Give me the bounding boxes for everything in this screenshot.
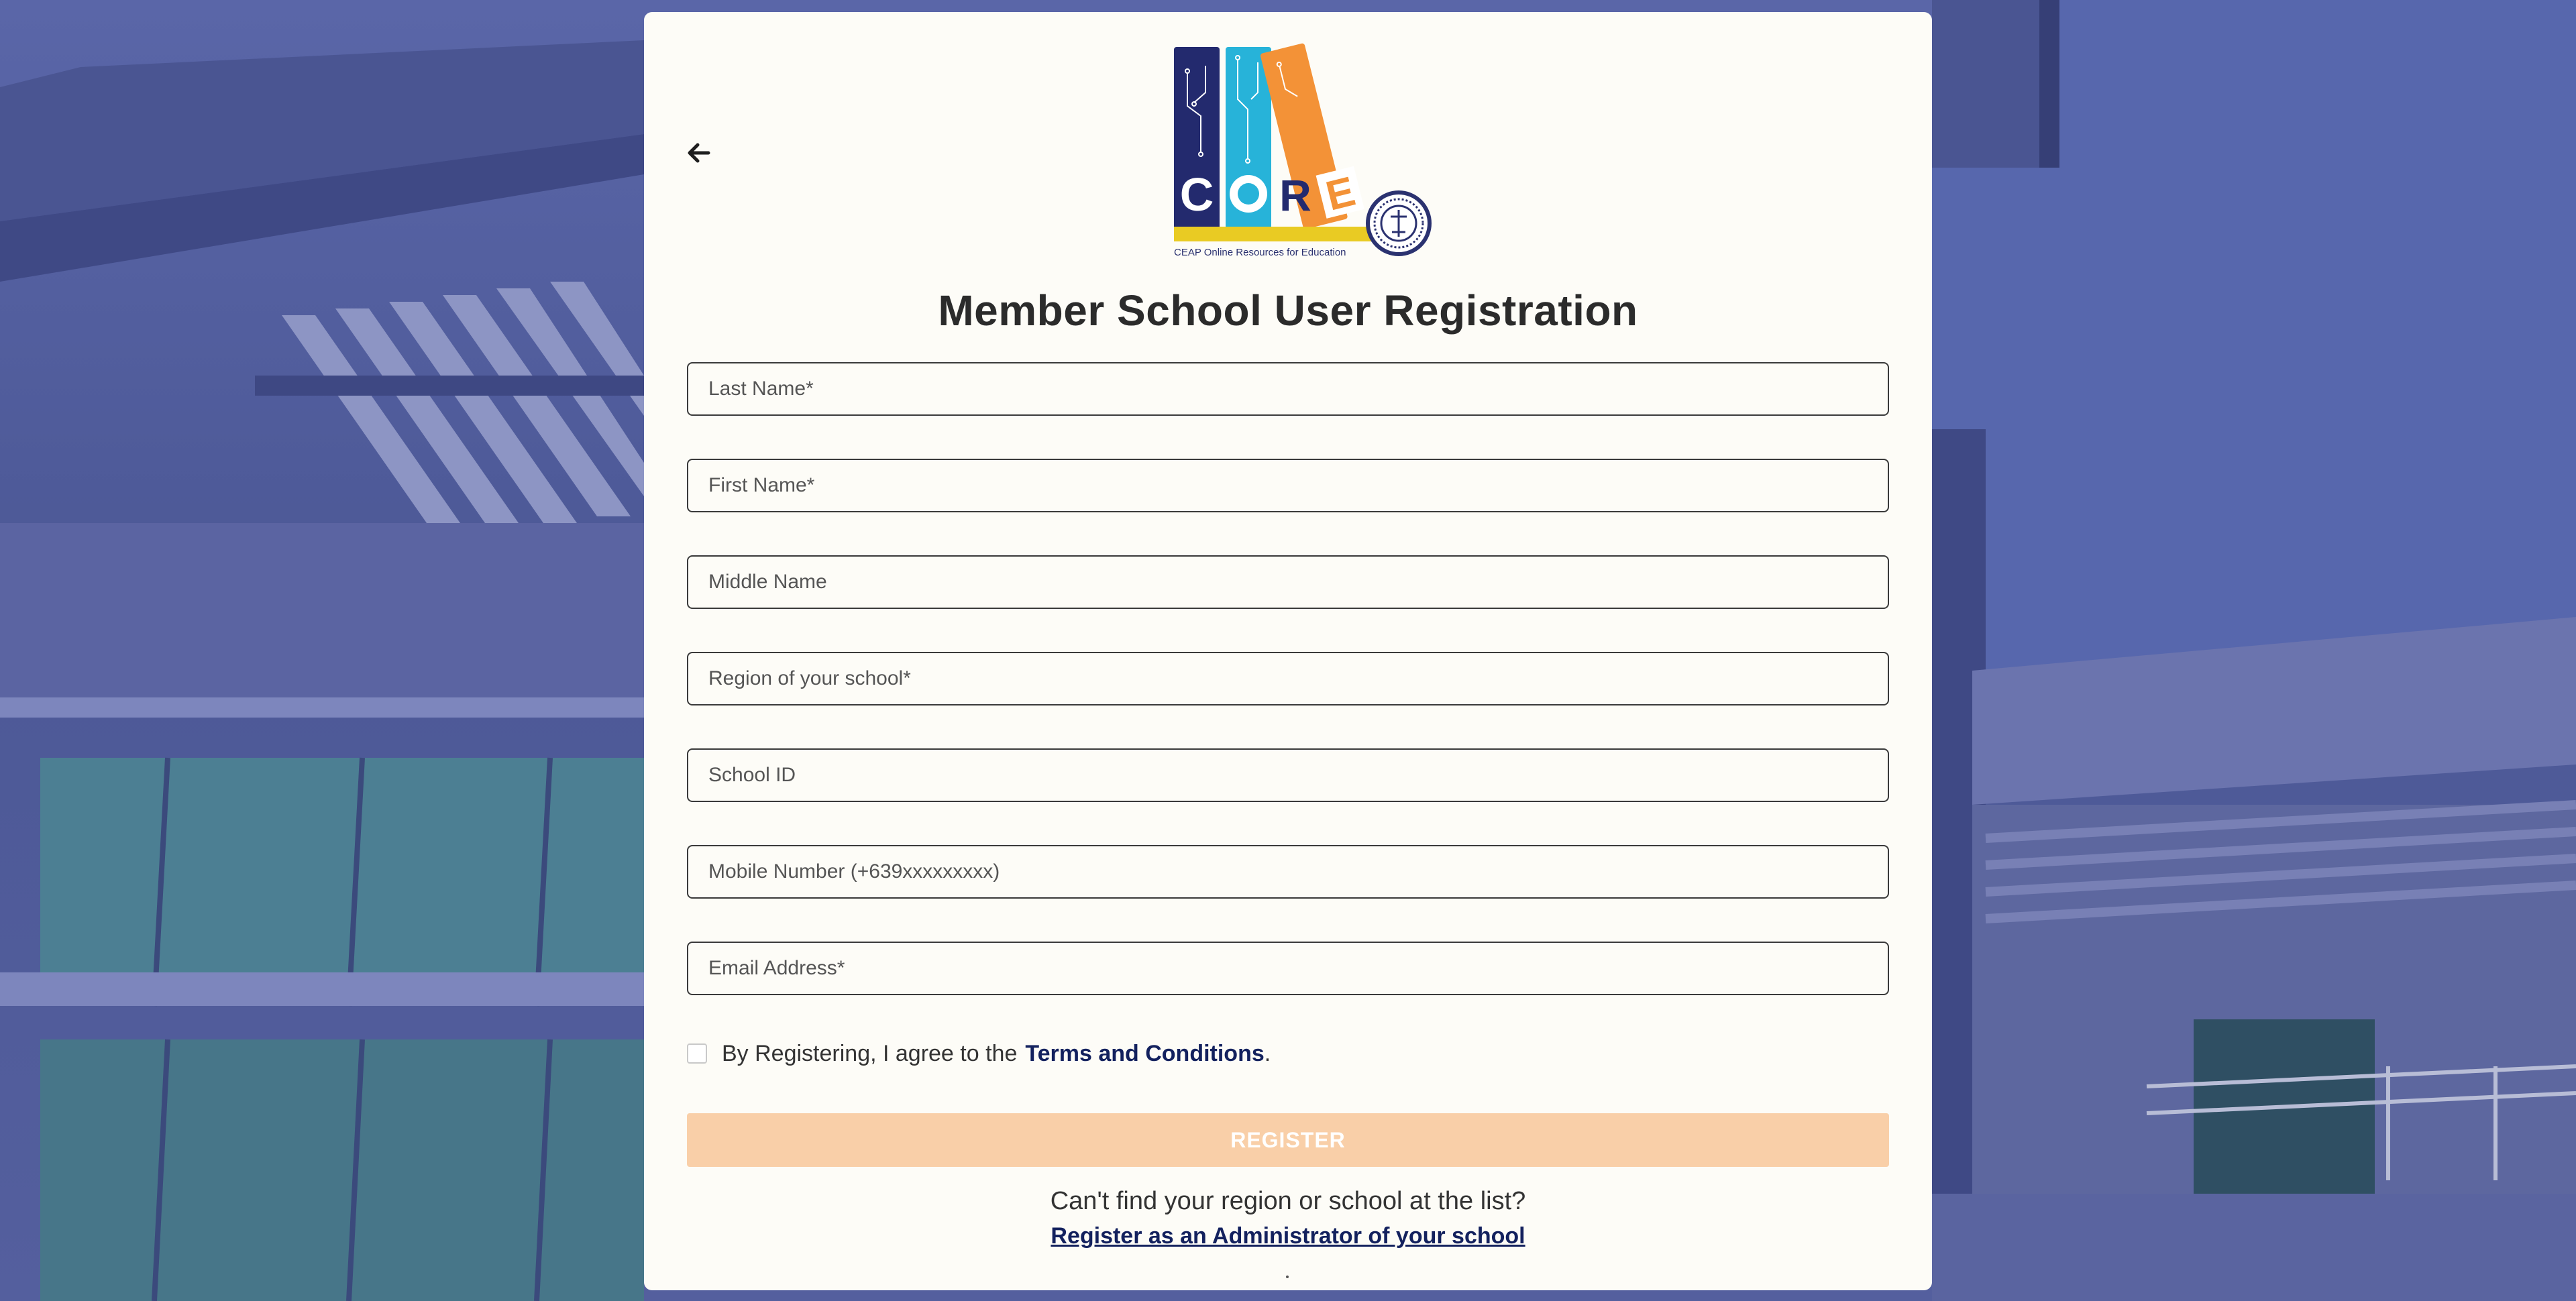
terms-link[interactable]: Terms and Conditions <box>1025 1041 1264 1067</box>
core-logo-graphic: C R E CEAP Online Resources for Educatio… <box>1174 43 1432 258</box>
last-name-input[interactable] <box>687 362 1889 416</box>
first-name-input[interactable] <box>687 459 1889 512</box>
back-button[interactable] <box>678 131 720 174</box>
agree-text: By Registering, I agree to the <box>722 1040 1018 1066</box>
terms-suffix: . <box>1264 1040 1271 1066</box>
middle-name-input[interactable] <box>687 555 1889 609</box>
terms-agreement-row: By Registering, I agree to the Terms and… <box>687 1037 1271 1070</box>
logo-letter-r: R <box>1279 170 1311 220</box>
logo-letter-c: C <box>1180 168 1214 221</box>
logo-tagline: CEAP Online Resources for Education <box>1174 247 1346 258</box>
arrow-left-icon <box>688 143 710 163</box>
page-title: Member School User Registration <box>938 286 1638 335</box>
core-logo: C R E CEAP Online Resources for Educatio… <box>1164 32 1432 260</box>
registration-card: C R E CEAP Online Resources for Educatio… <box>644 12 1932 1290</box>
region-input[interactable] <box>687 652 1889 705</box>
mobile-number-input[interactable] <box>687 845 1889 899</box>
footer-dot <box>1286 1276 1289 1278</box>
cant-find-text: Can't find your region or school at the … <box>1050 1187 1526 1215</box>
register-button[interactable]: REGISTER <box>687 1113 1889 1167</box>
terms-checkbox[interactable] <box>687 1043 707 1064</box>
email-input[interactable] <box>687 942 1889 995</box>
register-admin-link[interactable]: Register as an Administrator of your sch… <box>644 1223 1932 1249</box>
school-id-input[interactable] <box>687 748 1889 802</box>
